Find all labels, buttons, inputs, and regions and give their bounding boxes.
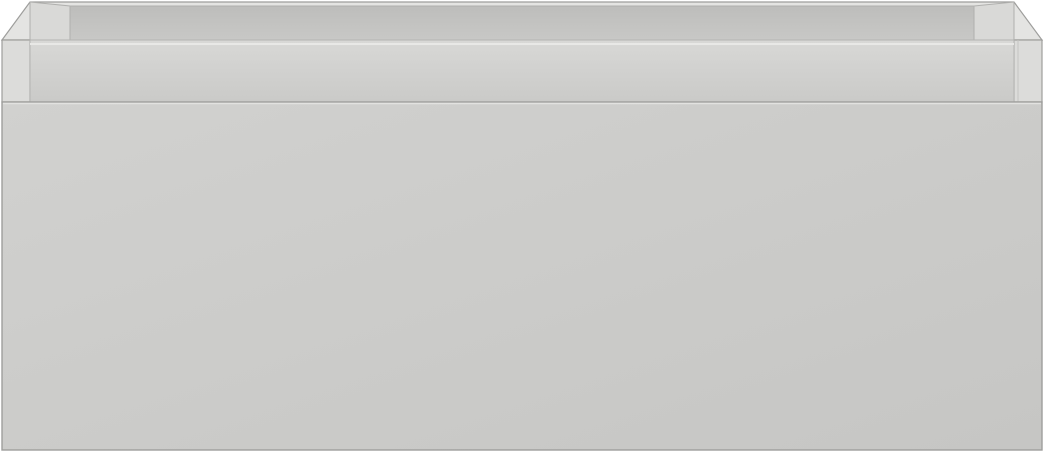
cabinet-inner-left-wall — [29, 1, 71, 41]
drawer-cabinet-illustration — [0, 1, 1044, 451]
cabinet-left-side — [1, 39, 31, 103]
product-render — [0, 0, 1044, 453]
cabinet-inner-right-wall — [973, 1, 1015, 41]
cabinet-inner-back-wall — [69, 5, 975, 41]
inner-drawer-face — [29, 39, 1015, 103]
drawer-front-panel[interactable] — [1, 101, 1043, 451]
